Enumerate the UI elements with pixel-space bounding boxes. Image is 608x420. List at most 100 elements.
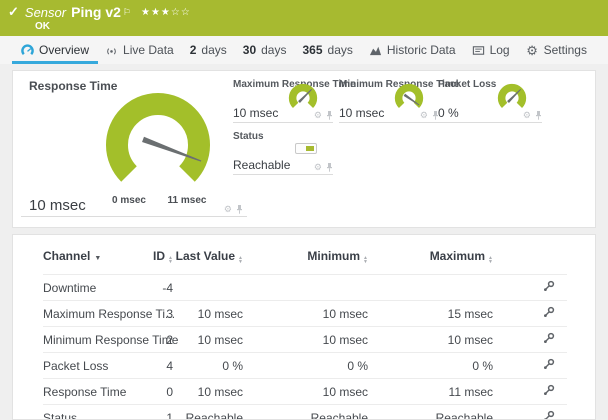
sort-icon: ▲ ▼ xyxy=(488,255,493,265)
mini-panel-maximum-response-time: Maximum Response Time 10 msec ⚙ xyxy=(233,77,356,123)
tab-2-days[interactable]: 2 days xyxy=(185,36,232,64)
mini-value: 10 msec xyxy=(233,106,279,120)
tab-label: Log xyxy=(489,43,510,57)
status-toggle-indicator xyxy=(295,143,317,154)
priority-stars[interactable]: ★★★☆☆ xyxy=(141,7,191,18)
table-row-packet-loss[interactable]: Packet Loss 4 0 % 0 % 0 % xyxy=(43,352,567,379)
cell-last-value: 0 % xyxy=(173,352,243,379)
mini-panel-minimum-response-time: Minimum Response Time 10 msec ⚙ xyxy=(339,77,459,123)
channel-gear-icon[interactable]: ⚙ xyxy=(420,111,428,120)
cell-maximum: 10 msec xyxy=(368,326,493,353)
channel-gear-icon[interactable]: ⚙ xyxy=(523,111,531,120)
sort-icon: ▲ ▼ xyxy=(168,255,173,265)
column-label: Minimum xyxy=(307,249,361,263)
stars-empty[interactable]: ☆☆ xyxy=(171,7,191,18)
cell-minimum: 10 msec xyxy=(243,300,368,327)
tab-365-days[interactable]: 365 days xyxy=(297,36,357,64)
tab-overview[interactable]: Overview xyxy=(11,36,99,64)
channel-table-panel: Channel ▼ ID ▲ ▼ Last Value ▲ ▼ Minimum ▲ ▼ Max… xyxy=(12,234,596,420)
column-label: Last Value xyxy=(175,249,236,263)
sort-icon: ▲ ▼ xyxy=(363,255,368,265)
pin-icon[interactable] xyxy=(236,205,243,214)
tab-label: Historic Data xyxy=(386,43,456,57)
table-row-response-time[interactable]: Response Time 0 10 msec 10 msec 11 msec xyxy=(43,378,567,405)
cell-channel: Downtime xyxy=(43,274,148,301)
response-time-gauge xyxy=(106,93,210,182)
column-header-channel[interactable]: Channel ▼ xyxy=(43,247,148,275)
tab-live-data[interactable]: Live Data xyxy=(100,36,179,64)
tab-label: Settings xyxy=(543,43,587,57)
tab-number: 30 xyxy=(242,43,257,57)
cell-minimum: 10 msec xyxy=(243,326,368,353)
tab-settings[interactable]: ⚙ Settings xyxy=(521,36,592,64)
column-header-tools xyxy=(493,247,567,275)
wrench-icon[interactable] xyxy=(543,384,555,396)
cell-last-value xyxy=(173,274,243,301)
column-header-last-value[interactable]: Last Value ▲ ▼ xyxy=(173,247,243,275)
tab-label: Overview xyxy=(39,43,90,57)
channel-gear-icon[interactable]: ⚙ xyxy=(314,111,322,120)
wrench-icon[interactable] xyxy=(543,306,555,318)
cell-minimum: 10 msec xyxy=(243,378,368,405)
table-row-maximum-response-time[interactable]: Maximum Response Ti... 3 10 msec 10 msec… xyxy=(43,300,567,327)
sensor-title: Ping v2 xyxy=(71,4,121,20)
table-row-status[interactable]: Status 1 Reachable Reachable Reachable xyxy=(43,404,567,420)
cell-maximum xyxy=(368,274,493,301)
mini-title: Status xyxy=(233,131,264,142)
cell-minimum xyxy=(243,274,368,301)
stars-filled[interactable]: ★★★ xyxy=(141,7,171,18)
tab-30-days[interactable]: 30 days xyxy=(238,36,292,64)
overview-gauges-panel: Response Time 0 msec 11 msec 10 msec ⚙ M… xyxy=(12,70,596,228)
cell-last-value: 10 msec xyxy=(173,300,243,327)
sensor-header-bar: ✓ Sensor Ping v2 ⚐ ★★★☆☆ OK xyxy=(0,0,608,36)
mini-value: 10 msec xyxy=(339,106,385,120)
tab-historic-data[interactable]: Historic Data xyxy=(364,36,461,64)
wrench-icon[interactable] xyxy=(543,410,555,420)
cell-maximum: Reachable xyxy=(368,404,493,419)
tab-label: Live Data xyxy=(123,43,174,57)
pin-icon[interactable] xyxy=(326,163,333,172)
object-kind-label: Sensor xyxy=(24,4,67,20)
cell-maximum: 0 % xyxy=(368,352,493,379)
cell-id: 0 xyxy=(148,378,173,405)
channel-gear-icon[interactable]: ⚙ xyxy=(314,163,322,172)
mini-panel-packet-loss: Packet Loss 0 % ⚙ xyxy=(438,77,542,123)
column-header-minimum[interactable]: Minimum ▲ ▼ xyxy=(243,247,368,275)
gear-icon: ⚙ xyxy=(526,42,538,58)
toggle-knob xyxy=(306,146,314,151)
table-header-row: Channel ▼ ID ▲ ▼ Last Value ▲ ▼ Minimum ▲ ▼ Max… xyxy=(43,247,567,275)
status-check-icon: ✓ xyxy=(8,4,19,19)
table-row-downtime[interactable]: Downtime -4 xyxy=(43,274,567,301)
tab-label: days xyxy=(201,43,227,57)
sensor-status-badge: OK xyxy=(35,21,50,32)
gauge-icon xyxy=(21,43,34,57)
gauge-scale-min: 0 msec xyxy=(112,195,146,206)
log-icon xyxy=(472,44,485,57)
column-label: ID xyxy=(153,249,166,263)
cell-id: -4 xyxy=(148,274,173,301)
table-row-minimum-response-time[interactable]: Minimum Response Time 2 10 msec 10 msec … xyxy=(43,326,567,353)
channel-gear-icon[interactable]: ⚙ xyxy=(224,205,232,214)
wrench-icon[interactable] xyxy=(543,358,555,370)
cell-channel: Minimum Response Time xyxy=(43,326,178,353)
cell-channel: Packet Loss xyxy=(43,352,148,379)
sort-desc-icon: ▼ xyxy=(94,255,102,262)
wrench-icon[interactable] xyxy=(543,332,555,344)
tab-log[interactable]: Log xyxy=(467,36,515,64)
cell-channel: Status xyxy=(43,404,148,419)
cell-last-value: 10 msec xyxy=(173,326,243,353)
cell-minimum: 0 % xyxy=(243,352,368,379)
primary-channel-value: 10 msec xyxy=(29,197,86,214)
cell-minimum: Reachable xyxy=(243,404,368,419)
column-header-maximum[interactable]: Maximum ▲ ▼ xyxy=(368,247,493,275)
tab-bar: Overview Live Data 2 days 30 days 365 da… xyxy=(0,36,608,64)
tab-label: days xyxy=(261,43,287,57)
column-label: Channel xyxy=(43,249,91,263)
pin-icon[interactable] xyxy=(535,111,542,120)
channel-table: Channel ▼ ID ▲ ▼ Last Value ▲ ▼ Minimum ▲ ▼ Max… xyxy=(43,247,567,420)
wrench-icon[interactable] xyxy=(543,280,555,292)
mini-panel-status: Status Reachable ⚙ xyxy=(233,129,333,175)
pin-icon[interactable] xyxy=(326,111,333,120)
column-header-id[interactable]: ID ▲ ▼ xyxy=(148,247,173,275)
cell-channel: Response Time xyxy=(43,378,148,405)
